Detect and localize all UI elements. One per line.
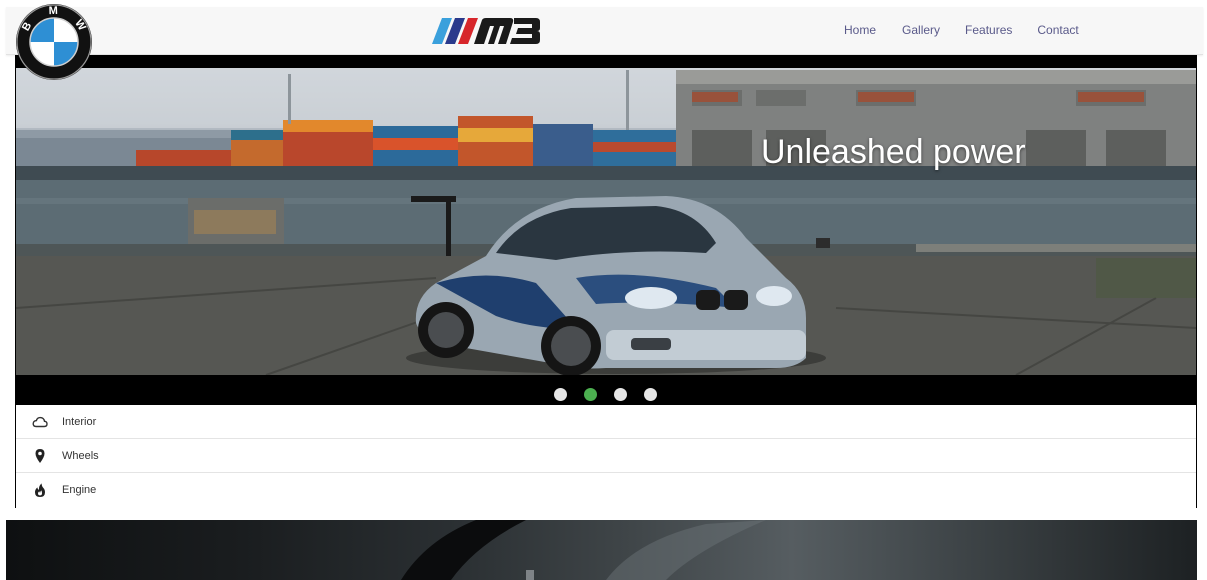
m3-logo-icon[interactable] xyxy=(426,16,542,46)
gallery-preview-image xyxy=(401,520,766,580)
hero-slide[interactable]: Unleashed power xyxy=(16,68,1196,375)
feature-label-interior: Interior xyxy=(62,416,97,428)
feature-item-engine[interactable]: Engine xyxy=(16,473,1196,507)
carousel-indicators xyxy=(554,388,657,402)
flame-icon xyxy=(35,483,45,497)
map-pin-icon xyxy=(35,449,45,463)
nav-link-home[interactable]: Home xyxy=(844,23,876,37)
svg-text:M: M xyxy=(49,5,58,17)
carousel-dot-3[interactable] xyxy=(614,388,627,401)
gallery-preview xyxy=(6,520,1197,580)
feature-item-interior[interactable]: Interior xyxy=(16,405,1196,439)
feature-label-engine: Engine xyxy=(62,484,97,496)
carousel-dot-2[interactable] xyxy=(584,388,597,401)
hero-image xyxy=(16,68,1196,375)
carousel-frame: Unleashed power Interior Wheels Engine xyxy=(15,55,1197,508)
carousel-dot-4[interactable] xyxy=(644,388,657,401)
navbar: Home Gallery Features Contact xyxy=(6,7,1203,55)
bmw-roundel-icon[interactable]: B M W xyxy=(15,3,93,81)
cloud-icon xyxy=(32,416,48,428)
feature-list: Interior Wheels Engine xyxy=(16,405,1196,508)
nav-links: Home Gallery Features Contact xyxy=(844,23,1079,37)
hero-title: Unleashed power xyxy=(761,133,1026,171)
nav-link-contact[interactable]: Contact xyxy=(1037,23,1078,37)
nav-link-gallery[interactable]: Gallery xyxy=(902,23,940,37)
feature-label-wheels: Wheels xyxy=(62,450,99,462)
nav-link-features[interactable]: Features xyxy=(965,23,1012,37)
carousel-dot-1[interactable] xyxy=(554,388,567,401)
feature-item-wheels[interactable]: Wheels xyxy=(16,439,1196,473)
